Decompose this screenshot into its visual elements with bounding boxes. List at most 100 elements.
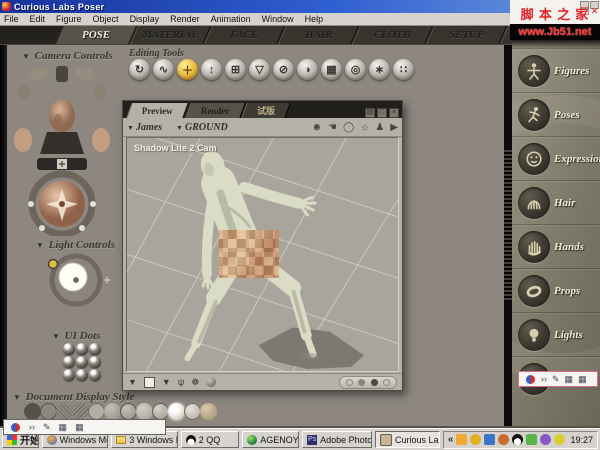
sphere-icon[interactable]: ◯ — [343, 122, 354, 133]
tab-cloth[interactable]: CLOTH — [352, 26, 433, 44]
display-style-smooth-lined[interactable] — [184, 403, 201, 420]
ime-keyboard-icon[interactable]: ▦ — [59, 423, 68, 432]
taper-tool-button[interactable]: ▽ — [249, 59, 270, 80]
direct-manipulation-tool-button[interactable]: ∷ — [393, 59, 414, 80]
window-close-icon[interactable]: × — [389, 108, 399, 118]
tab-render[interactable]: Render — [185, 103, 245, 118]
library-item-hands[interactable]: Hands — [512, 224, 600, 269]
background-color-swatch[interactable] — [144, 377, 155, 388]
hand-camera-icon[interactable]: ☚ — [328, 122, 337, 133]
scroll-right-icon[interactable]: ▶ — [390, 122, 398, 133]
library-item-figures[interactable]: Figures — [512, 48, 600, 93]
menu-item-edit[interactable]: Edit — [30, 14, 46, 24]
display-style-cartoon-lined[interactable] — [152, 403, 169, 420]
ui-dot[interactable] — [63, 356, 75, 368]
ime-language-icon[interactable] — [10, 422, 21, 433]
view-magnifier-tool-button[interactable]: ◎ — [345, 59, 366, 80]
camera-controls-widget[interactable] — [10, 62, 114, 236]
light-icon[interactable]: ☼ — [360, 122, 369, 133]
tab-setup[interactable]: SETUP — [426, 26, 507, 44]
ime-pen-icon[interactable]: ✎ — [552, 375, 560, 384]
tray-icon[interactable] — [456, 434, 467, 445]
ui-dot[interactable] — [89, 343, 101, 355]
taskbar-item-qq-group[interactable]: 2 QQ — [181, 431, 239, 448]
ime-keyboard-icon[interactable]: ▦ — [565, 375, 574, 384]
morphing-tool-button[interactable]: ∗ — [369, 59, 390, 80]
tracking-dot[interactable] — [371, 379, 378, 386]
display-style-flat-lined[interactable] — [120, 403, 137, 420]
twist-tool-button[interactable]: ∿ — [153, 59, 174, 80]
library-item-expression[interactable]: Expression — [512, 136, 600, 181]
ui-dots-header[interactable]: ▼ UI Dots — [52, 330, 100, 342]
menu-item-figure[interactable]: Figure — [56, 14, 82, 24]
ui-dot[interactable] — [76, 369, 88, 381]
translate-in-out-tool-button[interactable]: ↕ — [201, 59, 222, 80]
ime-pen-icon[interactable]: ✎ — [43, 423, 51, 432]
menu-item-animation[interactable]: Animation — [211, 14, 251, 24]
menu-item-object[interactable]: Object — [93, 14, 119, 24]
ime-toolbar-floating[interactable]: ›› ✎ ▦ ▦ — [518, 371, 598, 387]
menu-item-display[interactable]: Display — [130, 14, 160, 24]
tab-preview[interactable]: Preview — [126, 103, 188, 118]
face-camera-icon[interactable]: ☻ — [311, 122, 322, 133]
light-controls-widget[interactable] — [38, 250, 112, 310]
tracking-dot[interactable] — [358, 379, 365, 386]
library-item-poses[interactable]: Poses — [512, 92, 600, 137]
display-style-wireframe[interactable] — [56, 403, 73, 420]
preview-viewport[interactable]: Shadow Lite 2 Cam — [126, 137, 399, 372]
ime-softkeyboard-icon[interactable]: ▦ — [578, 375, 587, 384]
window-maximize-icon[interactable]: □ — [377, 108, 387, 118]
camera-controls-header[interactable]: ▼ Camera Controls — [22, 50, 113, 62]
tab-face[interactable]: FACE — [204, 26, 285, 44]
tray-icon[interactable] — [484, 434, 495, 445]
ui-dot[interactable] — [63, 343, 75, 355]
menu-item-window[interactable]: Window — [262, 14, 294, 24]
chain-break-tool-button[interactable]: ⊘ — [273, 59, 294, 80]
taskbar-item-photoshop[interactable]: Ps Adobe Photoshop — [302, 431, 372, 448]
library-item-lights[interactable]: Lights — [512, 312, 600, 357]
tray-icon[interactable] — [554, 434, 565, 445]
dropdown-triangle-icon[interactable]: ▼ — [162, 377, 171, 387]
ime-language-icon[interactable] — [525, 374, 536, 385]
color-tool-button[interactable]: ◑ — [297, 59, 318, 80]
display-style-flat-shaded[interactable] — [104, 403, 121, 420]
taskbar-item-website[interactable]: AGENOY.COM — [242, 431, 299, 448]
close-button[interactable]: × — [590, 1, 599, 9]
tray-icon[interactable] — [498, 434, 509, 445]
display-style-texture-shaded[interactable] — [200, 403, 217, 420]
display-style-smooth-shaded-selected[interactable] — [168, 403, 185, 420]
tray-expand-icon[interactable]: « — [448, 434, 454, 445]
translate-pull-tool-button[interactable]: ＋ — [177, 59, 198, 80]
tray-icon[interactable] — [540, 434, 551, 445]
collision-icon[interactable]: ☸ — [191, 377, 199, 388]
ime-mode-icon[interactable]: ›› — [29, 423, 35, 432]
display-style-cartoon[interactable] — [136, 403, 153, 420]
ui-dot[interactable] — [76, 356, 88, 368]
library-item-hair[interactable]: Hair — [512, 180, 600, 225]
tracking-dot[interactable] — [383, 379, 390, 386]
menu-item-file[interactable]: File — [4, 14, 19, 24]
menu-item-render[interactable]: Render — [170, 14, 200, 24]
tray-icon-qq[interactable] — [512, 434, 523, 445]
display-style-outline[interactable] — [40, 403, 57, 420]
window-menu-icon[interactable]: ▤ — [365, 108, 375, 118]
depth-cue-icon[interactable] — [206, 377, 216, 387]
tab-hair[interactable]: HAIR — [278, 26, 359, 44]
tray-icon[interactable] — [526, 434, 537, 445]
scale-tool-button[interactable]: ⊞ — [225, 59, 246, 80]
ime-mode-icon[interactable]: ›› — [541, 375, 547, 384]
rotate-tool-button[interactable]: ↻ — [129, 59, 150, 80]
tab-pose[interactable]: POSE — [56, 26, 137, 44]
ime-softkeyboard-icon[interactable]: ▦ — [75, 423, 84, 432]
maximize-button[interactable]: □ — [580, 1, 589, 9]
document-window[interactable]: Preview Render 试版 ▤ □ × ▼James ▼GROUND ☻… — [122, 100, 403, 391]
tab-material[interactable]: MATERIAL — [130, 26, 211, 44]
tab-document[interactable]: 试版 — [242, 103, 291, 118]
ui-dot[interactable] — [63, 369, 75, 381]
display-style-hidden-line[interactable] — [72, 403, 89, 420]
tracking-mode-icon[interactable]: ψ — [178, 377, 184, 387]
menu-item-help[interactable]: Help — [305, 14, 324, 24]
document-display-style-header[interactable]: ▼ Document Display Style — [13, 391, 134, 403]
taskbar-item-poser-active[interactable]: Curious Labs... — [375, 431, 440, 448]
ime-toolbar-docked[interactable]: ›› ✎ ▦ ▦ — [3, 419, 166, 435]
